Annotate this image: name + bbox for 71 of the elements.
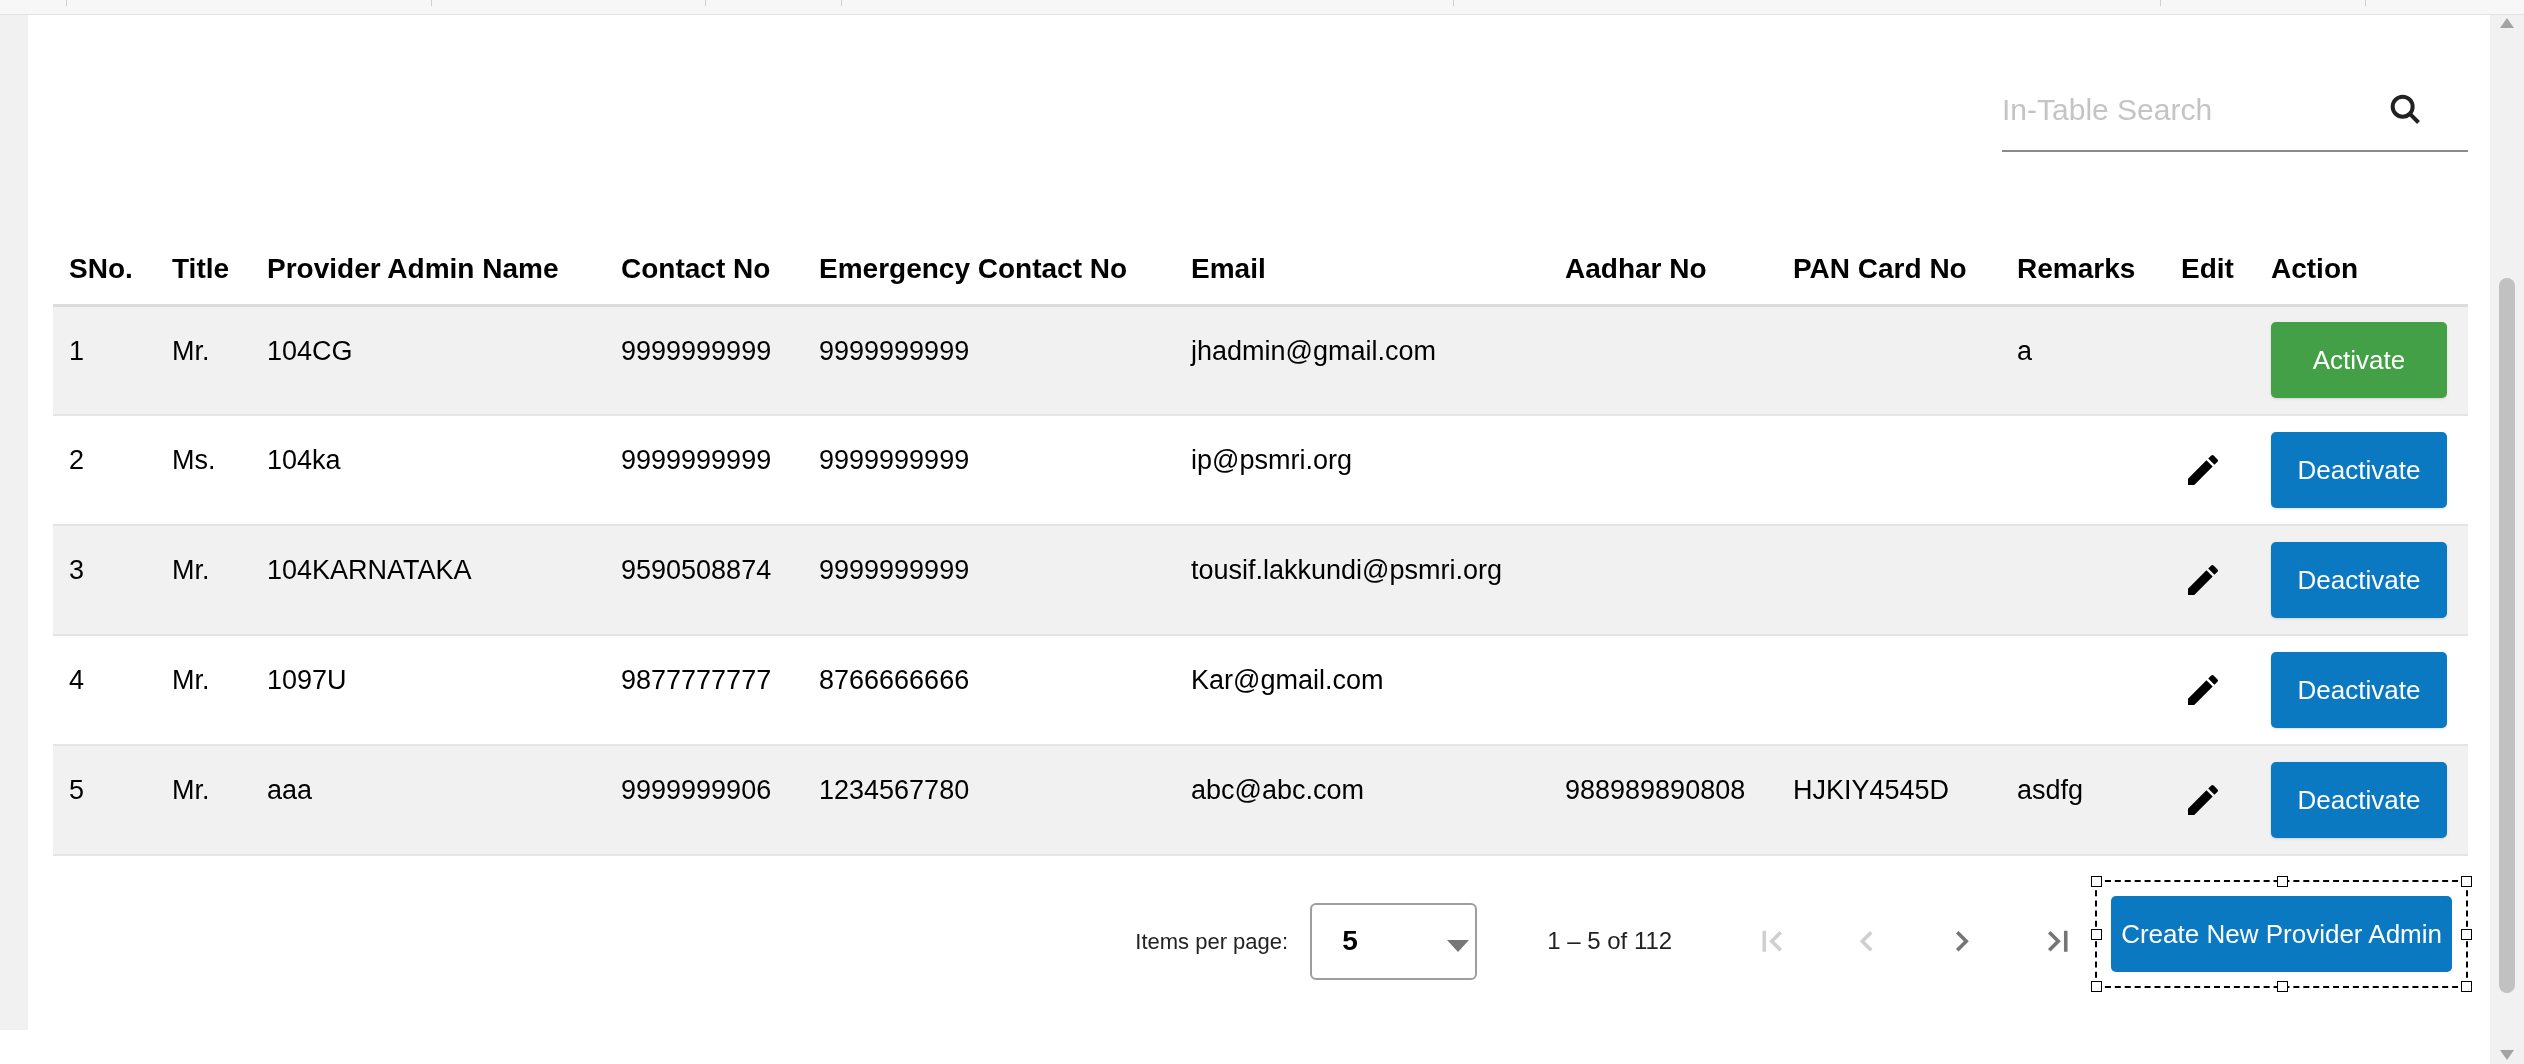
chevron-icon [1955,929,1969,953]
selection-handle[interactable] [2276,981,2288,992]
table-cell: aaa [267,775,313,805]
table-cell: 5 [69,775,85,805]
selection-handle[interactable] [2461,981,2472,992]
selection-handle[interactable] [2461,929,2472,940]
table-cell: 2 [69,445,85,475]
table-cell: 104ka [267,445,341,475]
table-cell: 9999999999 [819,445,970,475]
search-field[interactable]: In-Table Search [2002,87,2386,132]
column-header: Action [2255,235,2468,305]
column-header: Emergency Contact No [803,235,1175,305]
page-size-dropdown[interactable]: 5 [1310,902,1478,980]
items-per-page-label: Items per page: [1135,927,1289,956]
column-header: Email [1175,235,1549,305]
table-cell: tousif.lakkundi@psmri.org [1191,555,1503,585]
table-cell: 9999999999 [621,445,772,475]
table-cell: 9999999999 [621,335,772,366]
table-cell: Mr. [172,555,210,585]
table-cell: 9999999999 [819,555,970,585]
selection-handle[interactable] [2091,929,2103,940]
table-cell: 9590508874 [621,555,772,585]
chevron-icon [1761,929,1783,953]
deactivate-button[interactable]: Deactivate [2271,542,2447,618]
table-cell: Ms. [172,445,216,475]
scrollbar[interactable] [2490,15,2524,1064]
table-cell: Mr. [172,775,210,805]
table-cell: 1 [69,335,85,366]
activate-button[interactable]: Activate [2271,322,2447,399]
selection-handle[interactable] [2091,981,2103,992]
table-cell: abc@abc.com [1191,775,1364,805]
column-header: Edit [2165,235,2255,305]
table-cell: 3 [69,555,85,585]
table-cell: 104KARNATAKA [267,555,472,585]
table-cell: jhadmin@gmail.com [1191,335,1436,366]
table-cell: 9999999999 [819,335,970,366]
column-header: Title [156,235,251,305]
scroll-down-icon [2500,1050,2514,1060]
table-cell: ip@psmri.org [1191,445,1352,475]
table-cell: 9877777777 [621,665,772,695]
column-header: Aadhar No [1549,235,1777,305]
table-cell: Kar@gmail.com [1191,665,1384,695]
deactivate-button[interactable]: Deactivate [2271,762,2447,838]
table-cell: 9999999906 [621,775,772,805]
table-cell: asdfg [2017,775,2084,805]
column-header: Remarks [2001,235,2165,305]
scroll-up-icon [2500,18,2514,28]
table-cell: 8766666666 [819,665,970,695]
range-label: 1 – 5 of 112 [1547,926,1673,956]
chevron-icon [2046,929,2068,953]
table-cell: 1097U [267,665,347,695]
selection-handle[interactable] [2276,876,2288,887]
column-header: Provider Admin Name [251,235,605,305]
deactivate-button[interactable]: Deactivate [2271,432,2447,508]
table-cell: 988989890808 [1565,775,1746,805]
dropdown-arrow-icon [1447,940,1470,952]
selection-handle[interactable] [2461,876,2472,887]
column-header: SNo. [53,235,156,305]
deactivate-button[interactable]: Deactivate [2271,652,2447,728]
table-cell: 104CG [267,335,353,366]
table-cell: 4 [69,665,85,695]
column-header: PAN Card No [1777,235,2001,305]
chevron-icon [1860,929,1874,953]
column-header: Contact No [605,235,803,305]
create-provider-admin-button[interactable]: Create New Provider Admin [2111,896,2452,972]
table-cell: HJKIY4545D [1793,775,1950,805]
selection-handle[interactable] [2091,876,2103,887]
table-cell: a [2017,335,2033,366]
table-cell: Mr. [172,335,210,366]
table-cell: Mr. [172,665,210,695]
table-cell: 1234567780 [819,775,970,805]
